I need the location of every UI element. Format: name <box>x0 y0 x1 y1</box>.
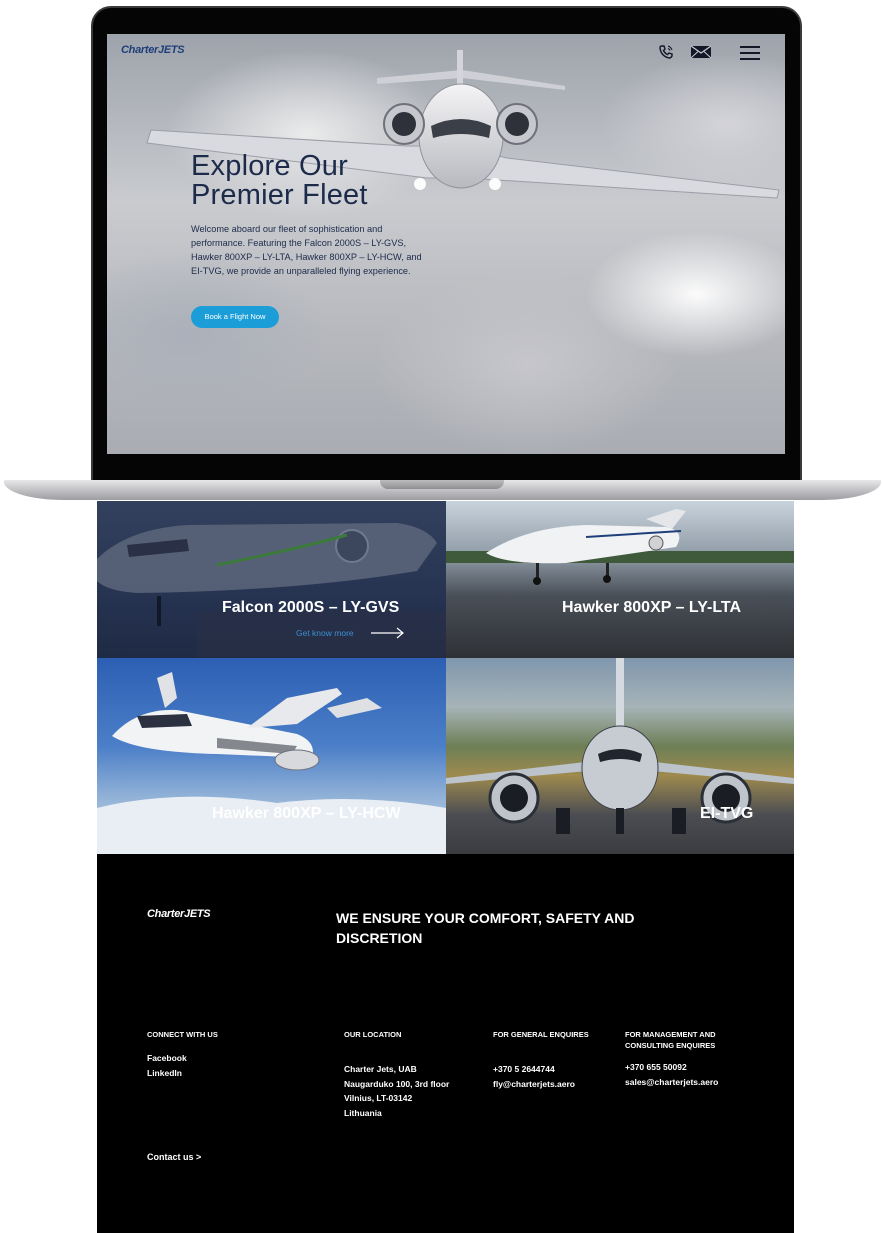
arrow-right-icon[interactable] <box>371 627 405 639</box>
facebook-link[interactable]: Facebook <box>147 1051 187 1066</box>
hero-screen: CharterJETS Explore Our Premier Fleet We… <box>107 34 785 454</box>
general-contacts: +370 5 2644744 fly@charterjets.aero <box>493 1062 575 1091</box>
management-heading-line2: CONSULTING ENQUIRES <box>625 1040 716 1050</box>
footer: CharterJETS WE ENSURE YOUR COMFORT, SAFE… <box>97 854 794 1233</box>
management-enquiries-heading: FOR MANAGEMENT AND CONSULTING ENQUIRES <box>625 1030 716 1051</box>
general-phone-link[interactable]: +370 5 2644744 <box>493 1062 575 1077</box>
hero-title-line1: Explore Our <box>191 150 348 182</box>
address-line: Naugarduko 100, 3rd floor <box>344 1078 450 1089</box>
general-enquiries-heading: FOR GENERAL ENQUIRES <box>493 1030 589 1039</box>
fleet-tile-label: Falcon 2000S – LY-GVS <box>222 599 400 616</box>
connect-heading: CONNECT WITH US <box>147 1030 218 1039</box>
mail-icon[interactable] <box>690 44 712 60</box>
book-flight-button[interactable]: Book a Flight Now <box>191 306 279 328</box>
management-contacts: +370 655 50092 sales@charterjets.aero <box>625 1060 718 1089</box>
fleet-tile-label: Hawker 800XP – LY-HCW <box>212 805 401 822</box>
fleet-tile-hawker-hcw[interactable]: Hawker 800XP – LY-HCW <box>97 658 446 854</box>
fleet-tile-label: Hawker 800XP – LY-LTA <box>562 599 742 616</box>
address-line: Lithuania <box>344 1107 382 1118</box>
fleet-tile-falcon-gvs[interactable]: Falcon 2000S – LY-GVS Get know more <box>97 501 446 658</box>
management-phone-link[interactable]: +370 655 50092 <box>625 1060 718 1075</box>
logo-text-charter: Charter <box>121 44 159 56</box>
site-logo[interactable]: CharterJETS <box>121 44 185 56</box>
address-line: Vilnius, LT-03142 <box>344 1093 413 1103</box>
hero-description: Welcome aboard our fleet of sophisticati… <box>191 224 422 276</box>
footer-logo[interactable]: CharterJETS <box>147 908 211 920</box>
location-heading: OUR LOCATION <box>344 1030 402 1039</box>
logo-text-charter: Charter <box>147 908 185 920</box>
fleet-tile-ei-tvg[interactable]: EI-TVG <box>446 658 794 854</box>
management-email-link[interactable]: sales@charterjets.aero <box>625 1075 718 1090</box>
contact-us-link[interactable]: Contact us > <box>147 1152 201 1162</box>
general-email-link[interactable]: fly@charterjets.aero <box>493 1077 575 1092</box>
fleet-tile-hawker-lta[interactable]: Hawker 800XP – LY-LTA <box>446 501 794 658</box>
logo-text-jets: JETS <box>158 44 185 56</box>
ei-tvg-image <box>446 658 794 834</box>
footer-tagline: WE ENSURE YOUR COMFORT, SAFETY AND DISCR… <box>336 910 635 946</box>
hero-title-line2: Premier Fleet <box>191 179 368 211</box>
laptop-notch <box>380 480 504 489</box>
management-heading-line1: FOR MANAGEMENT AND <box>625 1030 716 1039</box>
get-know-more-link[interactable]: Get know more <box>296 628 354 638</box>
hawker-hcw-image <box>97 672 446 854</box>
phone-icon[interactable] <box>658 44 674 60</box>
address-line: Charter Jets, UAB <box>344 1064 417 1074</box>
linkedin-link[interactable]: LinkedIn <box>147 1066 187 1081</box>
logo-text-jets: JETS <box>184 908 211 920</box>
hero-title: Explore Our Premier Fleet <box>191 152 368 210</box>
fleet-tile-label: EI-TVG <box>700 805 754 822</box>
social-links: Facebook LinkedIn <box>147 1051 187 1080</box>
hawker-lta-image <box>446 509 794 585</box>
location-address: Charter Jets, UAB Naugarduko 100, 3rd fl… <box>344 1062 449 1120</box>
menu-icon[interactable] <box>739 45 761 61</box>
fleet-grid: Falcon 2000S – LY-GVS Get know more Hawk… <box>97 501 794 854</box>
